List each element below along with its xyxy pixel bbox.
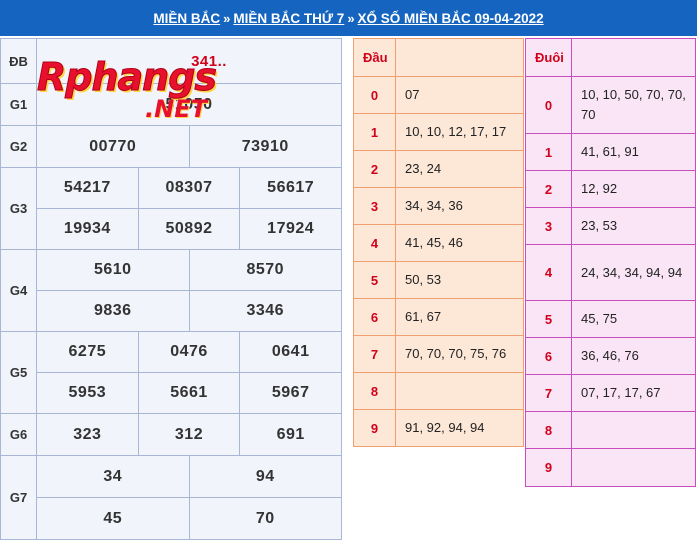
- prize-number: 691: [276, 425, 305, 443]
- prize-number: 54217: [37, 168, 139, 208]
- breadcrumb-separator: »: [223, 10, 231, 26]
- prize-row-g6: G6 323 312 691: [1, 414, 341, 456]
- logo-text: Rphangs: [36, 55, 217, 100]
- prize-label: G1: [1, 84, 37, 125]
- breadcrumb-link-mien-bac-thu-7[interactable]: MIỀN BẮC THỨ 7: [233, 11, 344, 26]
- prize-number: 70: [255, 509, 275, 527]
- duoi-table: Đuôi 0 10, 10, 50, 70, 70, 70 1 41, 61, 91…: [525, 38, 696, 487]
- site-logo: Rphangs .NET: [36, 55, 247, 124]
- prize-number: 8570: [246, 261, 285, 278]
- prize-number: 08307: [139, 168, 241, 208]
- breadcrumb-separator: »: [347, 10, 355, 26]
- prize-row-g5: G5 6275 0476 0641 5953 5661 5967: [1, 332, 341, 414]
- duoi-row: 5 45, 75: [526, 301, 695, 338]
- dau-row: 7 70, 70, 70, 75, 76: [354, 336, 523, 373]
- prize-row-g4: G4 5610 8570 9836 3346: [1, 250, 341, 332]
- prize-label: G4: [1, 250, 37, 331]
- duoi-row: 3 23, 53: [526, 208, 695, 245]
- prize-number: 323: [37, 414, 139, 455]
- prize-number: 5953: [37, 373, 139, 413]
- prize-number: 0476: [139, 332, 241, 372]
- dau-row: 2 23, 24: [354, 151, 523, 188]
- duoi-row: 4 24, 34, 34, 94, 94: [526, 245, 695, 301]
- dau-row: 3 34, 34, 36: [354, 188, 523, 225]
- prize-row-g7: G7 34 94 45 70: [1, 456, 341, 539]
- prize-label: G6: [1, 414, 37, 455]
- prize-number: 17924: [267, 220, 315, 237]
- breadcrumb-bar: MIỀN BẮC » MIỀN BẮC THỨ 7 » XỔ SỐ MIỀN B…: [0, 0, 697, 36]
- prize-label: G2: [1, 126, 37, 167]
- duoi-row: 9: [526, 449, 695, 486]
- dau-table: Đầu 0 07 1 10, 10, 12, 17, 17 2 23, 24 3 34,…: [353, 38, 524, 447]
- dau-row: 4 41, 45, 46: [354, 225, 523, 262]
- prize-label: ĐB: [1, 39, 37, 83]
- prize-label: G5: [1, 332, 37, 413]
- dau-row: 0 07: [354, 77, 523, 114]
- dau-row: 9 91, 92, 94, 94: [354, 410, 523, 446]
- prize-label: G7: [1, 456, 37, 539]
- prize-number: 312: [139, 414, 241, 455]
- duoi-row: 0 10, 10, 50, 70, 70, 70: [526, 77, 695, 134]
- prize-number: 94: [255, 467, 275, 485]
- prize-number: 50892: [139, 209, 241, 249]
- prize-number: 6275: [37, 332, 139, 372]
- duoi-header: Đuôi: [526, 39, 572, 76]
- breadcrumb-link-xsmb-date[interactable]: XỔ SỐ MIỀN BẮC 09-04-2022: [358, 11, 544, 26]
- dau-row: 6 61, 67: [354, 299, 523, 336]
- prize-number: 0641: [271, 343, 310, 360]
- duoi-row: 7 07, 17, 17, 67: [526, 375, 695, 412]
- prize-row-g2: G2 00770 73910: [1, 126, 341, 168]
- prize-number: 9836: [37, 291, 190, 331]
- breadcrumb-link-mien-bac[interactable]: MIỀN BẮC: [153, 11, 220, 26]
- dau-row: 1 10, 10, 12, 17, 17: [354, 114, 523, 151]
- dau-header: Đầu: [354, 39, 396, 76]
- dau-row: 5 50, 53: [354, 262, 523, 299]
- duoi-row: 2 12, 92: [526, 171, 695, 208]
- results-table: ĐB 341.. G1 51050 G2 00770 73910 G3 5421…: [0, 38, 342, 540]
- logo-text-net: .NET: [145, 95, 207, 123]
- duoi-row: 8: [526, 412, 695, 449]
- prize-number: 45: [37, 498, 190, 539]
- dau-header-row: Đầu: [354, 39, 523, 77]
- duoi-header-row: Đuôi: [526, 39, 695, 77]
- prize-number: 00770: [37, 126, 190, 167]
- prize-number: 73910: [241, 137, 289, 155]
- duoi-row: 1 41, 61, 91: [526, 134, 695, 171]
- prize-number: 5661: [139, 373, 241, 413]
- duoi-row: 6 36, 46, 76: [526, 338, 695, 375]
- dau-row: 8: [354, 373, 523, 410]
- prize-number: 19934: [37, 209, 139, 249]
- prize-number: 5610: [37, 250, 190, 290]
- prize-number: 3346: [246, 302, 285, 319]
- prize-number: 5967: [271, 384, 310, 401]
- prize-row-g3: G3 54217 08307 56617 19934 50892 17924: [1, 168, 341, 250]
- prize-number: 56617: [267, 179, 315, 196]
- prize-number: 34: [37, 456, 190, 497]
- prize-label: G3: [1, 168, 37, 249]
